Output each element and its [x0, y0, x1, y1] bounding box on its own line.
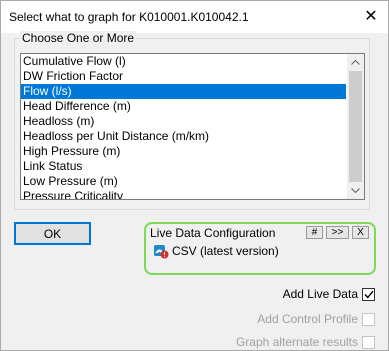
list-item[interactable]: Cumulative Flow (l): [21, 54, 346, 69]
live-data-title: Live Data Configuration: [150, 226, 276, 240]
list-item[interactable]: Head Difference (m): [21, 99, 346, 114]
live-hash-button[interactable]: #: [306, 226, 323, 239]
list-item[interactable]: Headloss per Unit Distance (m/km): [21, 129, 346, 144]
graph-alternate-results-checkbox[interactable]: [362, 335, 375, 349]
add-control-profile-checkbox[interactable]: [362, 312, 375, 326]
title-bar: Select what to graph for K010001.K010042…: [1, 1, 388, 33]
graph-alternate-results-option[interactable]: Graph alternate results: [236, 334, 375, 350]
list-item[interactable]: High Pressure (m): [21, 144, 346, 159]
add-live-data-option[interactable]: Add Live Data: [283, 286, 375, 302]
add-control-profile-label: Add Control Profile: [257, 312, 358, 326]
close-icon: ✕: [364, 8, 378, 25]
dialog-window: Select what to graph for K010001.K010042…: [0, 0, 389, 351]
live-next-button[interactable]: >>: [326, 226, 349, 239]
chevron-down-icon: [351, 188, 360, 193]
window-title: Select what to graph for K010001.K010042…: [9, 10, 249, 24]
graph-item-listbox[interactable]: Cumulative Flow (l) DW Friction Factor F…: [20, 53, 365, 200]
add-live-data-label: Add Live Data: [282, 287, 358, 301]
add-live-data-checkbox[interactable]: [362, 287, 375, 301]
vertical-scrollbar[interactable]: [347, 54, 364, 199]
live-data-entry-label: CSV (latest version): [172, 244, 279, 258]
live-data-panel: Live Data Configuration # >> X CSV (late…: [144, 222, 376, 275]
add-control-profile-option[interactable]: Add Control Profile: [257, 311, 375, 327]
scroll-thumb[interactable]: [349, 71, 362, 182]
scroll-up-button[interactable]: [347, 54, 364, 71]
live-data-entry[interactable]: CSV (latest version): [153, 243, 279, 259]
csv-source-icon: [153, 243, 169, 259]
chevron-up-icon: [351, 60, 360, 65]
list-items: Cumulative Flow (l) DW Friction Factor F…: [21, 54, 346, 199]
list-item[interactable]: Link Status: [21, 159, 346, 174]
graph-alternate-results-label: Graph alternate results: [235, 335, 358, 349]
list-item[interactable]: Pressure Criticality: [21, 189, 346, 199]
live-remove-button[interactable]: X: [352, 226, 369, 239]
ok-button[interactable]: OK: [14, 222, 91, 245]
scroll-down-button[interactable]: [347, 182, 364, 199]
close-button[interactable]: ✕: [354, 1, 388, 31]
list-item[interactable]: Low Pressure (m): [21, 174, 346, 189]
group-label: Choose One or More: [20, 31, 137, 45]
checkmark-icon: [363, 290, 374, 299]
list-item[interactable]: Headloss (m): [21, 114, 346, 129]
list-item-selected[interactable]: Flow (l/s): [21, 84, 346, 99]
list-item[interactable]: DW Friction Factor: [21, 69, 346, 84]
